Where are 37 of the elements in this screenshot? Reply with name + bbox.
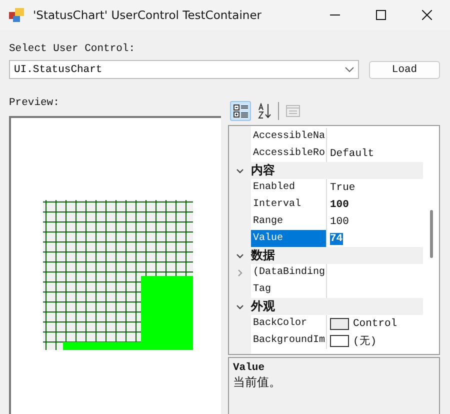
select-label: Select User Control: <box>9 43 136 55</box>
category-label: 内容 <box>251 162 275 179</box>
property-name[interactable]: Enabled <box>251 179 327 196</box>
property-name[interactable]: AccessibleNa <box>251 128 327 145</box>
category-label: 数据 <box>251 247 275 264</box>
property-value[interactable]: Default <box>330 148 374 160</box>
toolbar-button[interactable] <box>230 101 251 121</box>
control-dropdown[interactable]: UI.StatusChart <box>9 60 359 79</box>
description-text: 当前值。 <box>233 374 282 391</box>
category-label: 外观 <box>251 298 275 315</box>
property-value[interactable]: 100 <box>330 198 349 210</box>
description-title: Value <box>233 362 266 374</box>
property-value[interactable]: 100 <box>330 216 349 228</box>
property-value[interactable]: (无) <box>353 334 377 348</box>
window-title: 'StatusChart' UserControl TestContainer <box>33 8 263 22</box>
property-value[interactable]: 74 <box>330 232 343 244</box>
load-button[interactable]: Load <box>369 60 440 78</box>
sort-icon <box>256 103 272 119</box>
property-name[interactable]: Value <box>251 230 327 247</box>
chevron-down-icon[interactable] <box>236 252 244 260</box>
property-value[interactable]: True <box>330 182 356 194</box>
property-value[interactable]: Control <box>353 318 398 330</box>
chevron-down-icon[interactable] <box>236 302 244 310</box>
chevron-down-icon <box>345 66 354 72</box>
maximize-icon <box>376 10 386 20</box>
property-name[interactable]: (DataBinding <box>251 264 327 281</box>
preview-label: Preview: <box>9 97 60 109</box>
property-name[interactable]: Interval <box>251 196 327 213</box>
property-name[interactable]: BackgroundIm <box>251 332 327 349</box>
categorized-icon <box>232 103 248 119</box>
close-icon <box>422 10 432 20</box>
property-name[interactable]: BackColor <box>251 315 327 332</box>
app-icon <box>9 8 25 22</box>
minimize-icon <box>330 14 340 16</box>
property-pages-icon <box>284 103 300 119</box>
chevron-down-icon[interactable] <box>236 166 244 174</box>
scrollbar-thumb[interactable] <box>430 210 432 258</box>
